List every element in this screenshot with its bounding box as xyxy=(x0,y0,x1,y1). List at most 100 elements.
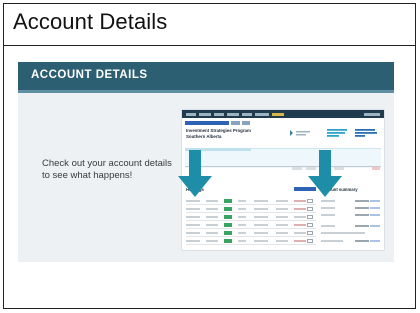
table-cell xyxy=(186,223,200,226)
summary-value xyxy=(355,213,369,216)
table-row xyxy=(186,214,316,221)
nav-item xyxy=(214,112,224,116)
summary-link xyxy=(370,213,380,216)
summary-label xyxy=(321,199,335,202)
slide-banner: ACCOUNT DETAILS xyxy=(18,62,394,90)
table-cell xyxy=(186,239,200,242)
down-arrow-icon xyxy=(308,150,342,197)
legend-pill xyxy=(292,167,302,170)
summary-link xyxy=(370,239,380,242)
content-cell: Account Details ACCOUNT DETAILS Check ou… xyxy=(3,3,416,309)
nav-item xyxy=(186,112,196,116)
status-badge xyxy=(224,223,232,227)
screenshot-alert xyxy=(185,121,229,125)
table-cell xyxy=(238,199,246,202)
summary-label xyxy=(321,231,365,234)
table-cell xyxy=(206,207,218,210)
down-arrow-icon xyxy=(178,150,212,197)
table-cell xyxy=(294,231,306,234)
slide-banner-title: ACCOUNT DETAILS xyxy=(31,69,148,81)
screenshot-red-tag xyxy=(372,167,380,170)
status-badge xyxy=(224,239,232,243)
summary-link xyxy=(370,199,380,202)
table-cell xyxy=(254,231,268,234)
table-row xyxy=(186,230,316,237)
nav-user xyxy=(364,112,380,116)
summary-label xyxy=(321,213,335,216)
cell-header: Account Details xyxy=(4,4,415,46)
table-action xyxy=(307,231,313,235)
slide-image: ACCOUNT DETAILS Check out your account d… xyxy=(18,62,394,262)
nav-item xyxy=(199,112,211,116)
summary-label xyxy=(321,206,335,209)
table-action xyxy=(307,239,313,243)
summary-link xyxy=(370,224,380,227)
slide-accent-strip xyxy=(18,90,394,93)
table-cell xyxy=(294,207,306,210)
table-cell xyxy=(206,231,218,234)
table-cell xyxy=(238,239,246,242)
table-cell xyxy=(186,215,200,218)
table-cell xyxy=(276,199,288,202)
table-cell xyxy=(276,239,288,242)
table-cell xyxy=(238,215,246,218)
table-cell xyxy=(254,199,268,202)
table-action xyxy=(307,215,313,219)
table-action xyxy=(307,223,313,227)
table-cell xyxy=(206,199,218,202)
table-action xyxy=(307,207,313,211)
screenshot-program-title: Investment Strategies Program Southern A… xyxy=(186,128,251,139)
table-row xyxy=(186,206,316,213)
embedded-screenshot: Investment Strategies Program Southern A… xyxy=(182,110,384,250)
summary-row xyxy=(321,230,381,236)
table-cell xyxy=(254,215,268,218)
table-cell xyxy=(206,215,218,218)
status-badge xyxy=(224,199,232,203)
summary-value xyxy=(355,239,369,242)
screenshot-chart-area xyxy=(185,148,381,168)
table-row xyxy=(186,198,316,205)
status-badge xyxy=(224,215,232,219)
summary-link xyxy=(370,206,380,209)
screenshot-logo-icon xyxy=(355,129,377,137)
summary-row xyxy=(321,198,381,204)
status-badge xyxy=(224,231,232,235)
summary-label xyxy=(321,224,335,227)
status-badge xyxy=(224,207,232,211)
screenshot-logo-icon xyxy=(327,129,347,137)
table-row xyxy=(186,238,316,245)
table-cell xyxy=(238,207,246,210)
summary-row xyxy=(321,238,381,244)
nav-item xyxy=(242,112,252,116)
table-cell xyxy=(276,223,288,226)
table-action xyxy=(307,199,313,203)
program-subtitle: Southern Alberta xyxy=(186,133,222,139)
table-cell xyxy=(186,199,200,202)
table-cell xyxy=(206,223,218,226)
table-cell xyxy=(206,239,218,242)
screenshot-logo-icon xyxy=(290,130,310,136)
table-cell xyxy=(254,239,268,242)
summary-value xyxy=(355,224,369,227)
screenshot-alert-button xyxy=(231,121,240,125)
table-cell xyxy=(294,215,306,218)
summary-label xyxy=(321,239,343,242)
table-cell xyxy=(276,215,288,218)
screenshot-nav-bar xyxy=(182,110,384,118)
table-cell xyxy=(276,207,288,210)
program-title: Investment Strategies Program xyxy=(186,128,251,133)
table-cell xyxy=(254,223,268,226)
table-cell xyxy=(186,207,200,210)
nav-item xyxy=(255,112,269,116)
table-row xyxy=(186,222,316,229)
table-cell xyxy=(238,231,246,234)
screenshot-alert-button xyxy=(242,121,250,125)
table-cell xyxy=(294,199,306,202)
table-cell xyxy=(294,223,306,226)
summary-row xyxy=(321,212,381,218)
table-cell xyxy=(186,231,200,234)
nav-item xyxy=(227,112,239,116)
summary-value xyxy=(355,199,369,202)
summary-row xyxy=(321,223,381,229)
table-cell xyxy=(276,231,288,234)
